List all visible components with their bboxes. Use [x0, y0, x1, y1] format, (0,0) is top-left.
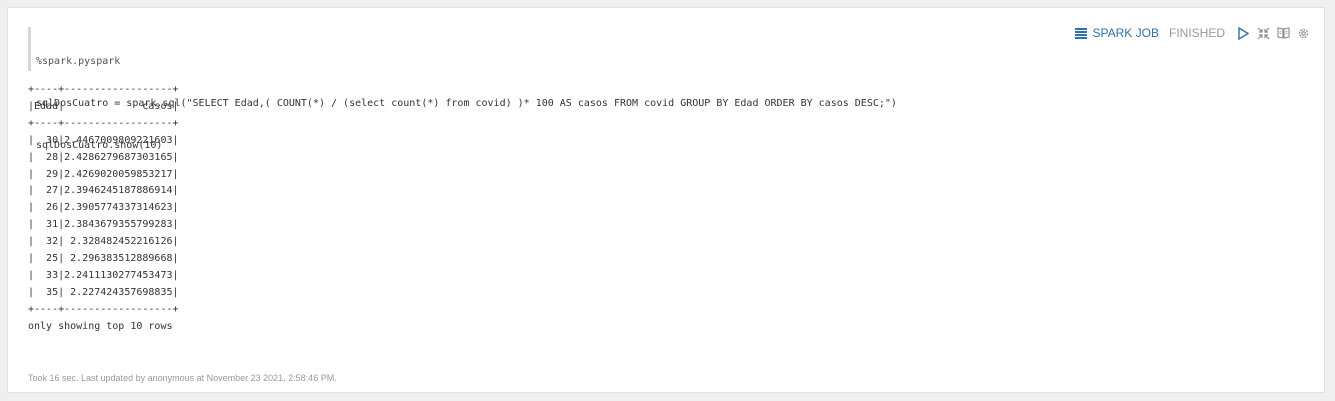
- spark-job-link[interactable]: SPARK JOB: [1073, 25, 1159, 41]
- code-editor[interactable]: %spark.pyspark sqlDosCuatro = spark.sql(…: [28, 27, 1048, 151]
- run-icon[interactable]: [1235, 25, 1251, 41]
- output-row: | 31|2.3843679355799283|: [28, 219, 179, 231]
- output-row: | 27|2.3946245187886914|: [28, 185, 179, 197]
- code-line-interpreter: %spark.pyspark: [36, 56, 121, 67]
- output-row: | 26|2.3905774337314623|: [28, 202, 179, 214]
- output-row: | 25| 2.296383512889668|: [28, 253, 179, 265]
- output-row: | 35| 2.227424357698835|: [28, 286, 179, 298]
- collapse-icon[interactable]: [1255, 25, 1271, 41]
- notebook-paragraph: %spark.pyspark sqlDosCuatro = spark.sql(…: [7, 7, 1325, 393]
- output-line: +----+------------------+: [28, 303, 179, 315]
- gear-icon[interactable]: [1295, 25, 1311, 41]
- output-line: +----+------------------+: [28, 117, 179, 129]
- paragraph-output: +----+------------------+ |Edad| casos| …: [28, 82, 179, 336]
- output-row: | 30|2.4467009809221603|: [28, 134, 179, 146]
- code-line-sql: sqlDosCuatro = spark.sql("SELECT Edad,( …: [36, 98, 897, 109]
- output-header-row: |Edad| casos|: [28, 100, 179, 112]
- paragraph-status: FINISHED: [1168, 26, 1225, 40]
- code-line-show: sqlDosCuatro.show(10): [36, 140, 163, 151]
- book-icon[interactable]: [1275, 25, 1291, 41]
- paragraph-footer: Took 16 sec. Last updated by anonymous a…: [28, 373, 337, 383]
- paragraph-toolbar: SPARK JOB FINISHED: [1073, 25, 1311, 41]
- output-line: +----+------------------+: [28, 84, 179, 95]
- output-row: | 28|2.4286279687303165|: [28, 151, 179, 163]
- spark-job-icon: [1073, 25, 1089, 41]
- output-row: | 29|2.4269020059853217|: [28, 168, 179, 180]
- output-row: | 32| 2.328482452216126|: [28, 236, 179, 248]
- spark-job-label: SPARK JOB: [1092, 26, 1159, 40]
- output-row: | 33|2.2411130277453473|: [28, 269, 179, 281]
- output-note: only showing top 10 rows: [28, 320, 173, 332]
